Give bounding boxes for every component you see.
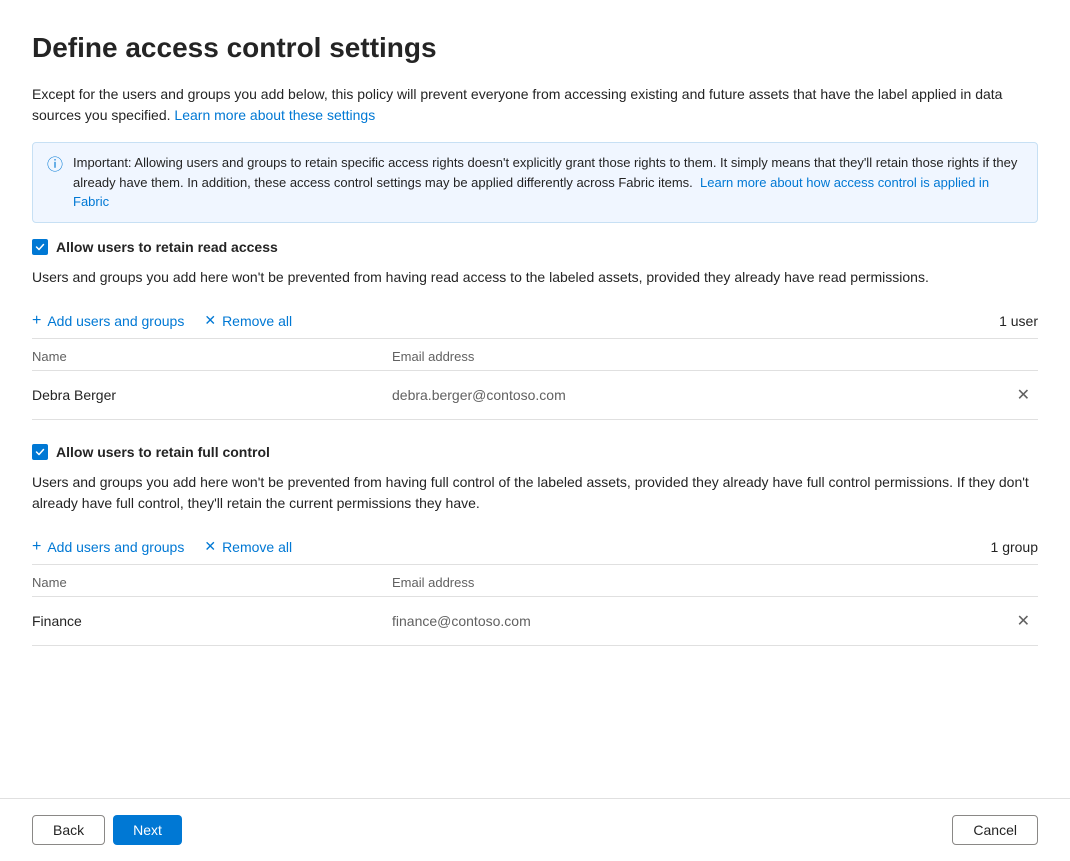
full-control-table-header: Name Email address xyxy=(32,565,1038,597)
full-control-col-email: Email address xyxy=(392,575,998,590)
cancel-button[interactable]: Cancel xyxy=(952,815,1038,845)
read-access-row-email: debra.berger@contoso.com xyxy=(392,387,998,403)
read-access-row-remove: ✕ xyxy=(998,381,1038,409)
read-access-row-name: Debra Berger xyxy=(32,387,392,403)
back-button[interactable]: Back xyxy=(32,815,105,845)
read-access-add-button[interactable]: + Add users and groups xyxy=(32,312,184,330)
learn-more-link[interactable]: Learn more about these settings xyxy=(174,107,375,123)
full-control-row-remove: ✕ xyxy=(998,607,1038,635)
full-control-label: Allow users to retain full control xyxy=(56,444,270,460)
read-access-actions-left: + Add users and groups ✕ Remove all xyxy=(32,312,292,330)
footer-left: Back Next xyxy=(32,815,182,845)
x-icon: ✕ xyxy=(204,312,216,329)
full-control-col-name: Name xyxy=(32,575,392,590)
full-control-row-name: Finance xyxy=(32,613,392,629)
read-access-actions-row: + Add users and groups ✕ Remove all 1 us… xyxy=(32,304,1038,339)
footer: Back Next Cancel xyxy=(0,798,1070,861)
info-icon: ⓘ xyxy=(47,154,63,178)
read-access-remove-all-button[interactable]: ✕ Remove all xyxy=(204,312,292,329)
next-button[interactable]: Next xyxy=(113,815,182,845)
read-access-col-name: Name xyxy=(32,349,392,364)
read-access-table-header: Name Email address xyxy=(32,339,1038,371)
full-control-actions-row: + Add users and groups ✕ Remove all 1 gr… xyxy=(32,530,1038,565)
read-access-checkbox[interactable] xyxy=(32,239,48,255)
page-description: Except for the users and groups you add … xyxy=(32,84,1038,126)
read-access-remove-button[interactable]: ✕ xyxy=(1013,381,1034,409)
full-control-description: Users and groups you add here won't be p… xyxy=(32,472,1038,514)
plus-icon: + xyxy=(32,312,41,330)
read-access-label: Allow users to retain read access xyxy=(56,239,278,255)
plus-icon: + xyxy=(32,538,41,556)
full-control-count: 1 group xyxy=(991,539,1038,555)
read-access-section: Allow users to retain read access Users … xyxy=(32,239,1038,420)
full-control-row-email: finance@contoso.com xyxy=(392,613,998,629)
x-icon: ✕ xyxy=(204,538,216,555)
read-access-count: 1 user xyxy=(999,313,1038,329)
full-control-section: Allow users to retain full control Users… xyxy=(32,444,1038,646)
read-access-col-email: Email address xyxy=(392,349,998,364)
read-access-table-row: Debra Berger debra.berger@contoso.com ✕ xyxy=(32,371,1038,420)
full-control-table-row: Finance finance@contoso.com ✕ xyxy=(32,597,1038,646)
full-control-remove-button[interactable]: ✕ xyxy=(1013,607,1034,635)
page-title: Define access control settings xyxy=(32,32,1038,64)
info-box: ⓘ Important: Allowing users and groups t… xyxy=(32,142,1038,223)
full-control-actions-left: + Add users and groups ✕ Remove all xyxy=(32,538,292,556)
read-access-description: Users and groups you add here won't be p… xyxy=(32,267,1038,288)
read-access-checkbox-row: Allow users to retain read access xyxy=(32,239,1038,255)
full-control-remove-all-button[interactable]: ✕ Remove all xyxy=(204,538,292,555)
full-control-checkbox[interactable] xyxy=(32,444,48,460)
full-control-add-button[interactable]: + Add users and groups xyxy=(32,538,184,556)
full-control-checkbox-row: Allow users to retain full control xyxy=(32,444,1038,460)
